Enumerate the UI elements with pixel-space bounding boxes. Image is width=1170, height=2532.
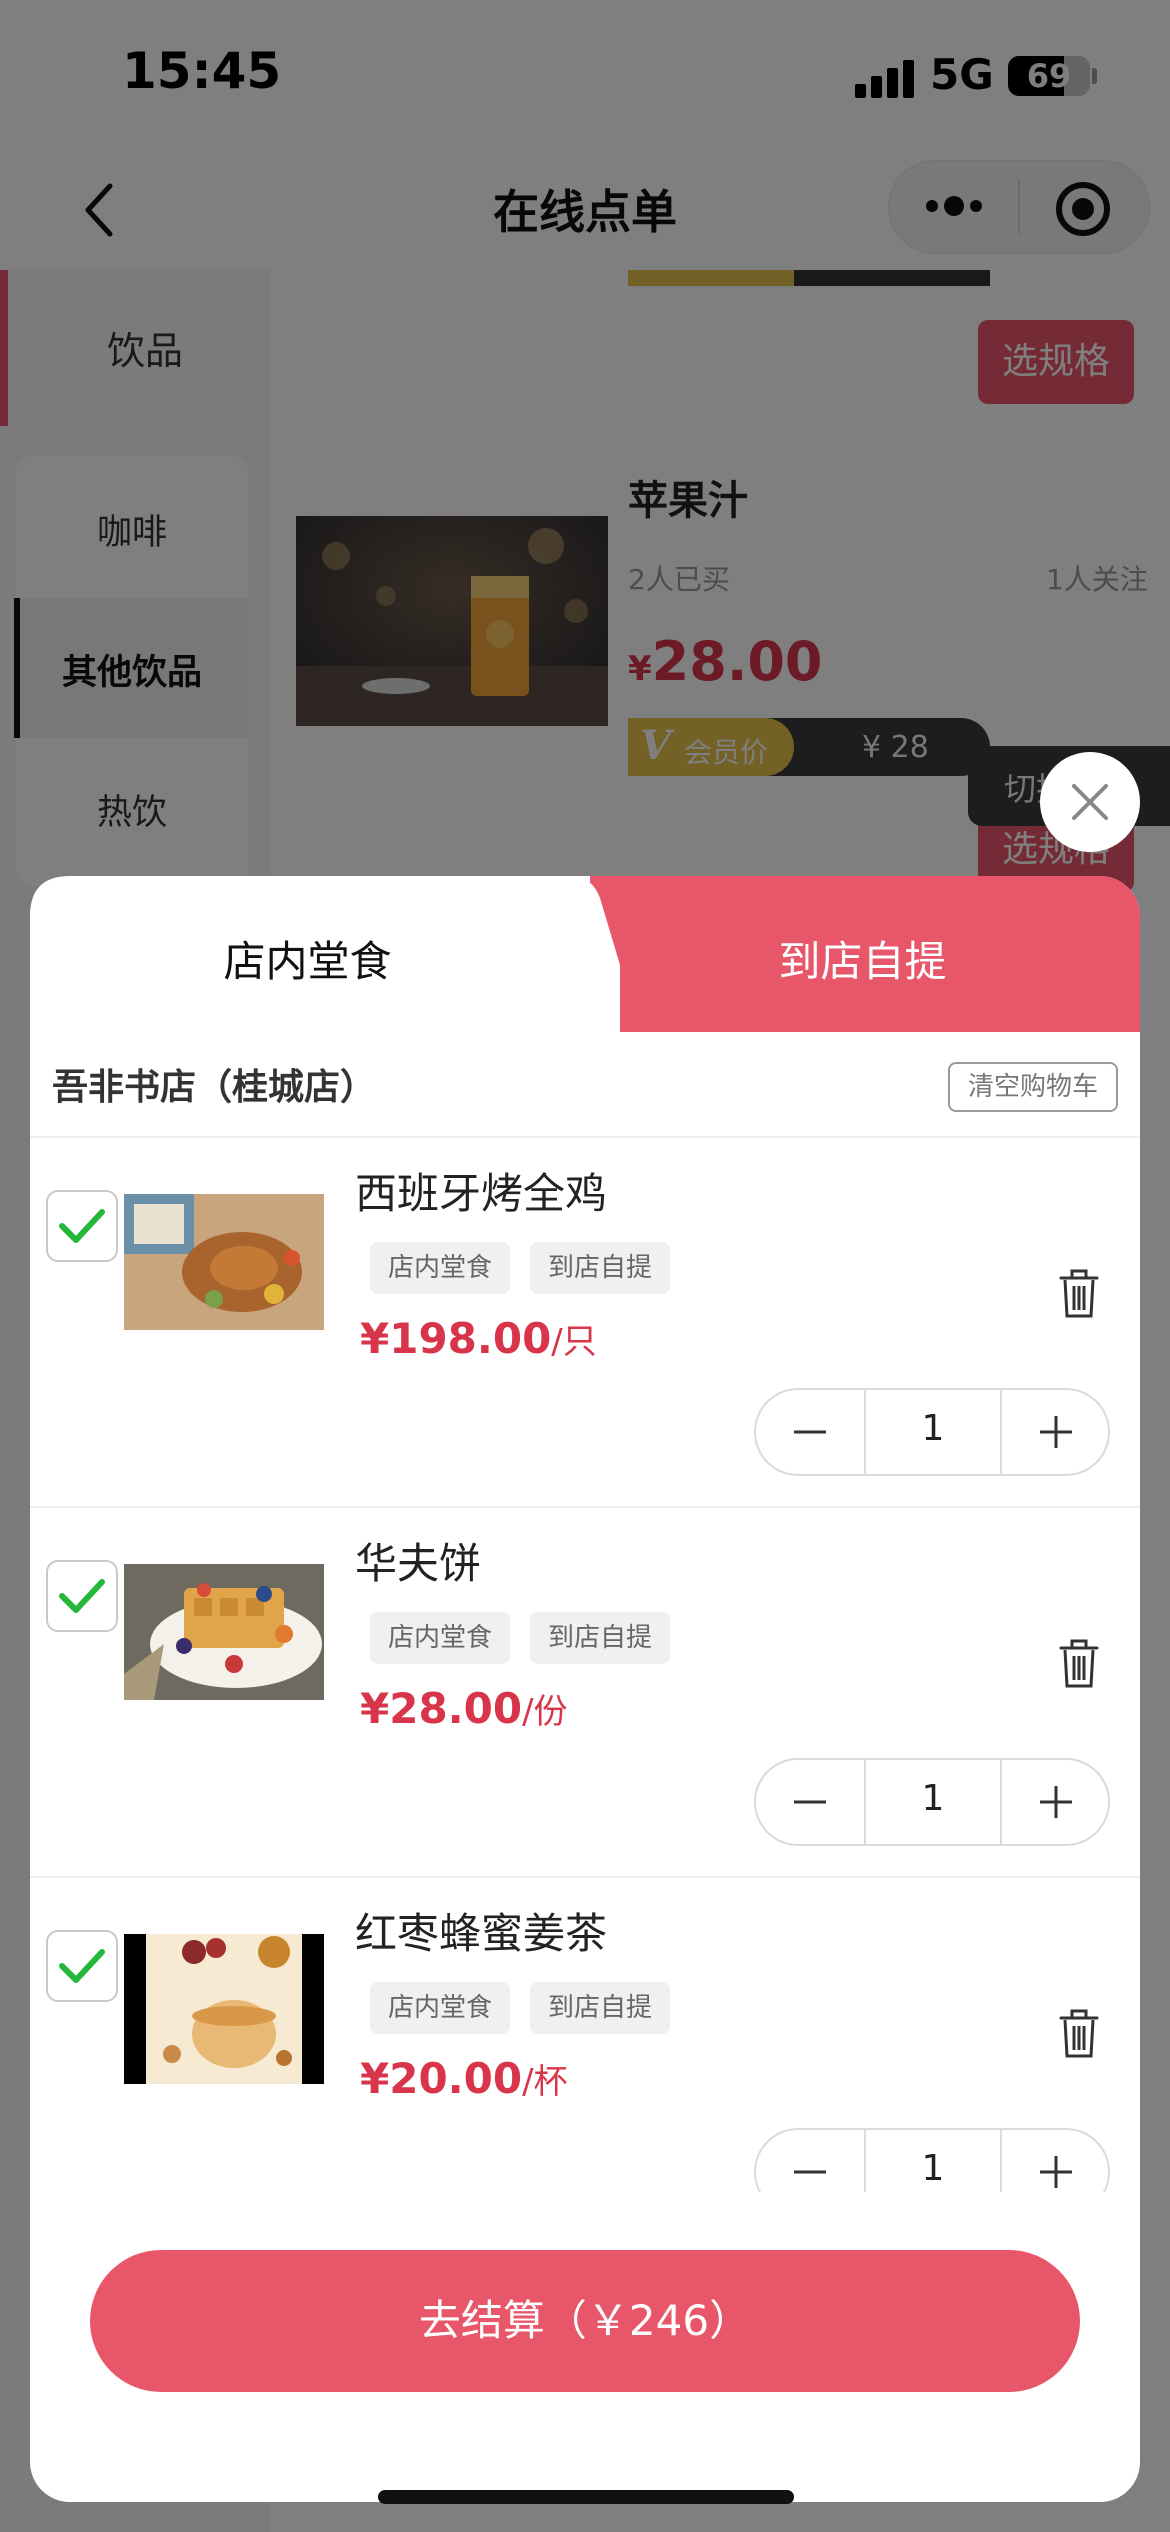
store-name: 吾非书店（桂城店） — [52, 1067, 377, 1108]
item-name: 华夫饼 — [355, 1539, 482, 1588]
item-unit: /杯 — [522, 2062, 568, 2102]
check-icon — [59, 1949, 105, 1983]
quantity-stepper: 1 — [754, 2128, 1110, 2192]
item-unit: /份 — [522, 1692, 568, 1732]
quantity-value[interactable]: 1 — [866, 2148, 1000, 2189]
item-name: 红枣蜂蜜姜茶 — [355, 1909, 608, 1958]
clear-cart-button[interactable]: 清空购物车 — [948, 1062, 1118, 1112]
item-image-waffle[interactable] — [124, 1564, 324, 1700]
item-tag-pickup: 到店自提 — [530, 1242, 671, 1294]
plus-icon[interactable] — [1028, 1410, 1084, 1454]
quantity-value[interactable]: 1 — [866, 1778, 1000, 1819]
quantity-value[interactable]: 1 — [866, 1408, 1000, 1449]
plus-icon[interactable] — [1028, 2150, 1084, 2192]
item-image-ginger-tea[interactable] — [124, 1934, 324, 2084]
item-price: ¥20.00/杯 — [360, 2054, 568, 2103]
close-popup-button[interactable] — [1040, 752, 1140, 852]
item-price-value: ¥28.00 — [360, 1684, 523, 1733]
item-checkbox[interactable] — [46, 1930, 118, 2002]
cart-item: 华夫饼 店内堂食 到店自提 ¥28.00/份 1 — [30, 1506, 1140, 1876]
item-checkbox[interactable] — [46, 1560, 118, 1632]
close-icon — [1072, 784, 1108, 820]
tab-dine-in[interactable]: 店内堂食 — [30, 928, 585, 989]
item-name: 西班牙烤全鸡 — [355, 1169, 608, 1218]
tab-pickup-label[interactable]: 到店自提 — [585, 928, 1140, 989]
item-tag-pickup: 到店自提 — [530, 1612, 671, 1664]
item-price-value: ¥20.00 — [360, 2054, 523, 2103]
trash-icon[interactable] — [1058, 1268, 1100, 1320]
check-icon — [59, 1209, 105, 1243]
item-price: ¥28.00/份 — [360, 1684, 568, 1733]
quantity-stepper: 1 — [754, 1758, 1110, 1846]
trash-icon[interactable] — [1058, 1638, 1100, 1690]
cart-list[interactable]: 西班牙烤全鸡 店内堂食 到店自提 ¥198.00/只 1 华夫饼 店内堂食 到店… — [30, 1136, 1140, 2192]
cart-item: 西班牙烤全鸡 店内堂食 到店自提 ¥198.00/只 1 — [30, 1136, 1140, 1506]
check-icon — [59, 1579, 105, 1613]
item-price: ¥198.00/只 — [360, 1314, 597, 1363]
item-unit: /只 — [551, 1322, 597, 1362]
item-checkbox[interactable] — [46, 1190, 118, 1262]
item-tag-dine-in: 店内堂食 — [370, 1982, 511, 2034]
item-tag-dine-in: 店内堂食 — [370, 1612, 511, 1664]
plus-icon[interactable] — [1028, 1780, 1084, 1824]
item-price-value: ¥198.00 — [360, 1314, 552, 1363]
checkout-button[interactable]: 去结算（￥246） — [90, 2250, 1080, 2392]
cart-item: 红枣蜂蜜姜茶 店内堂食 到店自提 ¥20.00/杯 1 — [30, 1876, 1140, 2192]
item-tag-pickup: 到店自提 — [530, 1982, 671, 2034]
quantity-stepper: 1 — [754, 1388, 1110, 1476]
trash-icon[interactable] — [1058, 2008, 1100, 2060]
minus-icon[interactable] — [782, 1410, 838, 1454]
item-image-roast-chicken[interactable] — [124, 1194, 324, 1330]
home-indicator — [378, 2490, 794, 2504]
minus-icon[interactable] — [782, 1780, 838, 1824]
minus-icon[interactable] — [782, 2150, 838, 2192]
item-tag-dine-in: 店内堂食 — [370, 1242, 511, 1294]
